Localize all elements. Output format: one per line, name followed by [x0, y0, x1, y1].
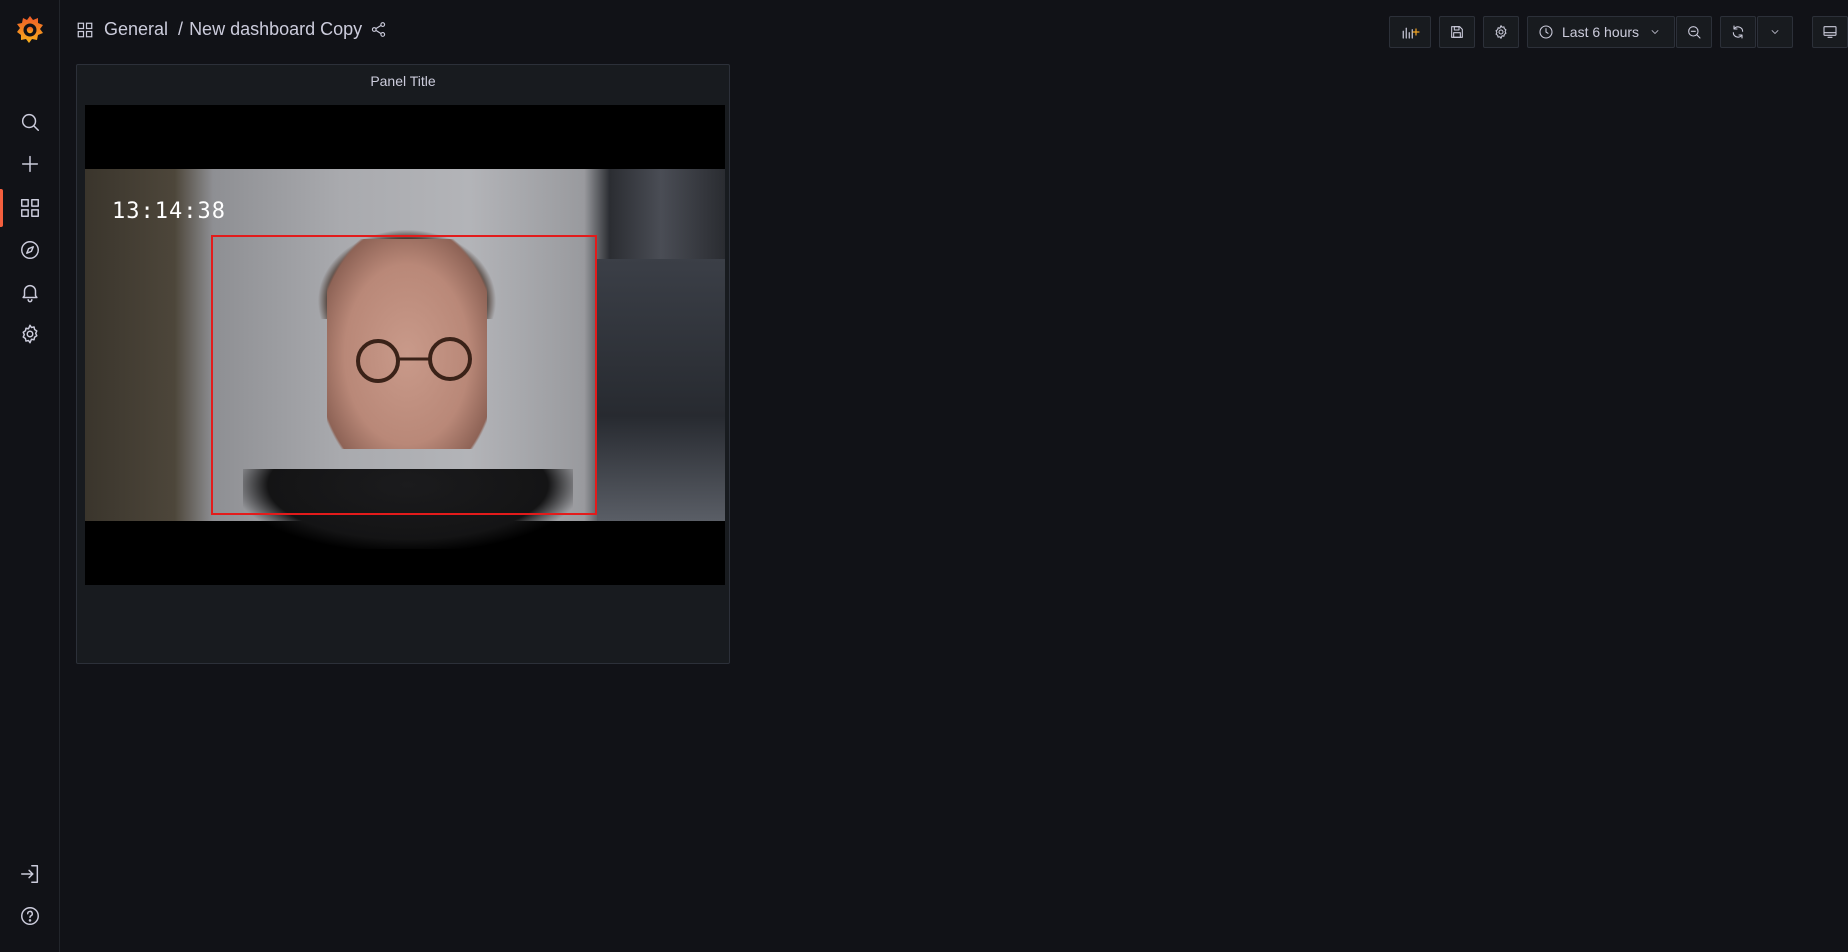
video-stream: 13:14:38 [85, 105, 725, 585]
background-picture [597, 259, 725, 521]
time-range-label: Last 6 hours [1562, 24, 1640, 40]
apps-icon [76, 21, 104, 39]
save-dashboard-button[interactable] [1439, 16, 1475, 48]
sidebar [0, 0, 60, 952]
chevron-down-icon [1651, 30, 1659, 34]
grafana-logo[interactable] [15, 14, 45, 46]
add-panel-icon [1402, 27, 1420, 39]
cycle-view-mode-button[interactable] [1812, 16, 1848, 48]
dashboard-panel[interactable]: Panel Title 13:14:38 [76, 64, 730, 664]
clock-icon [1539, 25, 1553, 39]
refresh-icon [1732, 25, 1744, 39]
search-icon[interactable] [18, 110, 42, 134]
bell-icon[interactable] [18, 280, 42, 304]
breadcrumb-separator: / [178, 19, 184, 39]
apps-icon[interactable] [18, 196, 42, 220]
camera-frame: 13:14:38 [85, 169, 725, 549]
video-timestamp: 13:14:38 [112, 199, 226, 224]
dashboard-title[interactable]: New dashboard Copy [189, 19, 362, 40]
top-navbar: General / New dashboard Copy Last 6 hour… [60, 0, 1848, 64]
dashboard-settings-button[interactable] [1483, 16, 1519, 48]
add-panel-button[interactable] [1389, 16, 1431, 48]
time-range-picker[interactable]: Last 6 hours [1527, 16, 1675, 48]
chevron-down-icon [1771, 30, 1779, 34]
help-icon[interactable] [18, 904, 42, 928]
breadcrumb-folder[interactable]: General [104, 19, 168, 40]
face-detection-box [211, 235, 597, 515]
compass-icon[interactable] [18, 238, 42, 262]
breadcrumb: General / New dashboard Copy [76, 19, 387, 40]
sign-in-icon[interactable] [18, 862, 42, 886]
share-icon[interactable] [362, 21, 387, 38]
settings-icon [1495, 25, 1507, 39]
zoom-out-icon [1688, 26, 1701, 39]
active-nav-indicator [0, 189, 3, 227]
save-icon [1451, 26, 1463, 38]
tv-icon [1823, 26, 1837, 38]
gear-icon[interactable] [18, 322, 42, 346]
zoom-out-button[interactable] [1676, 16, 1712, 48]
refresh-interval-dropdown[interactable] [1757, 16, 1793, 48]
plus-icon[interactable] [18, 152, 42, 176]
refresh-button[interactable] [1720, 16, 1756, 48]
panel-title[interactable]: Panel Title [77, 73, 729, 89]
